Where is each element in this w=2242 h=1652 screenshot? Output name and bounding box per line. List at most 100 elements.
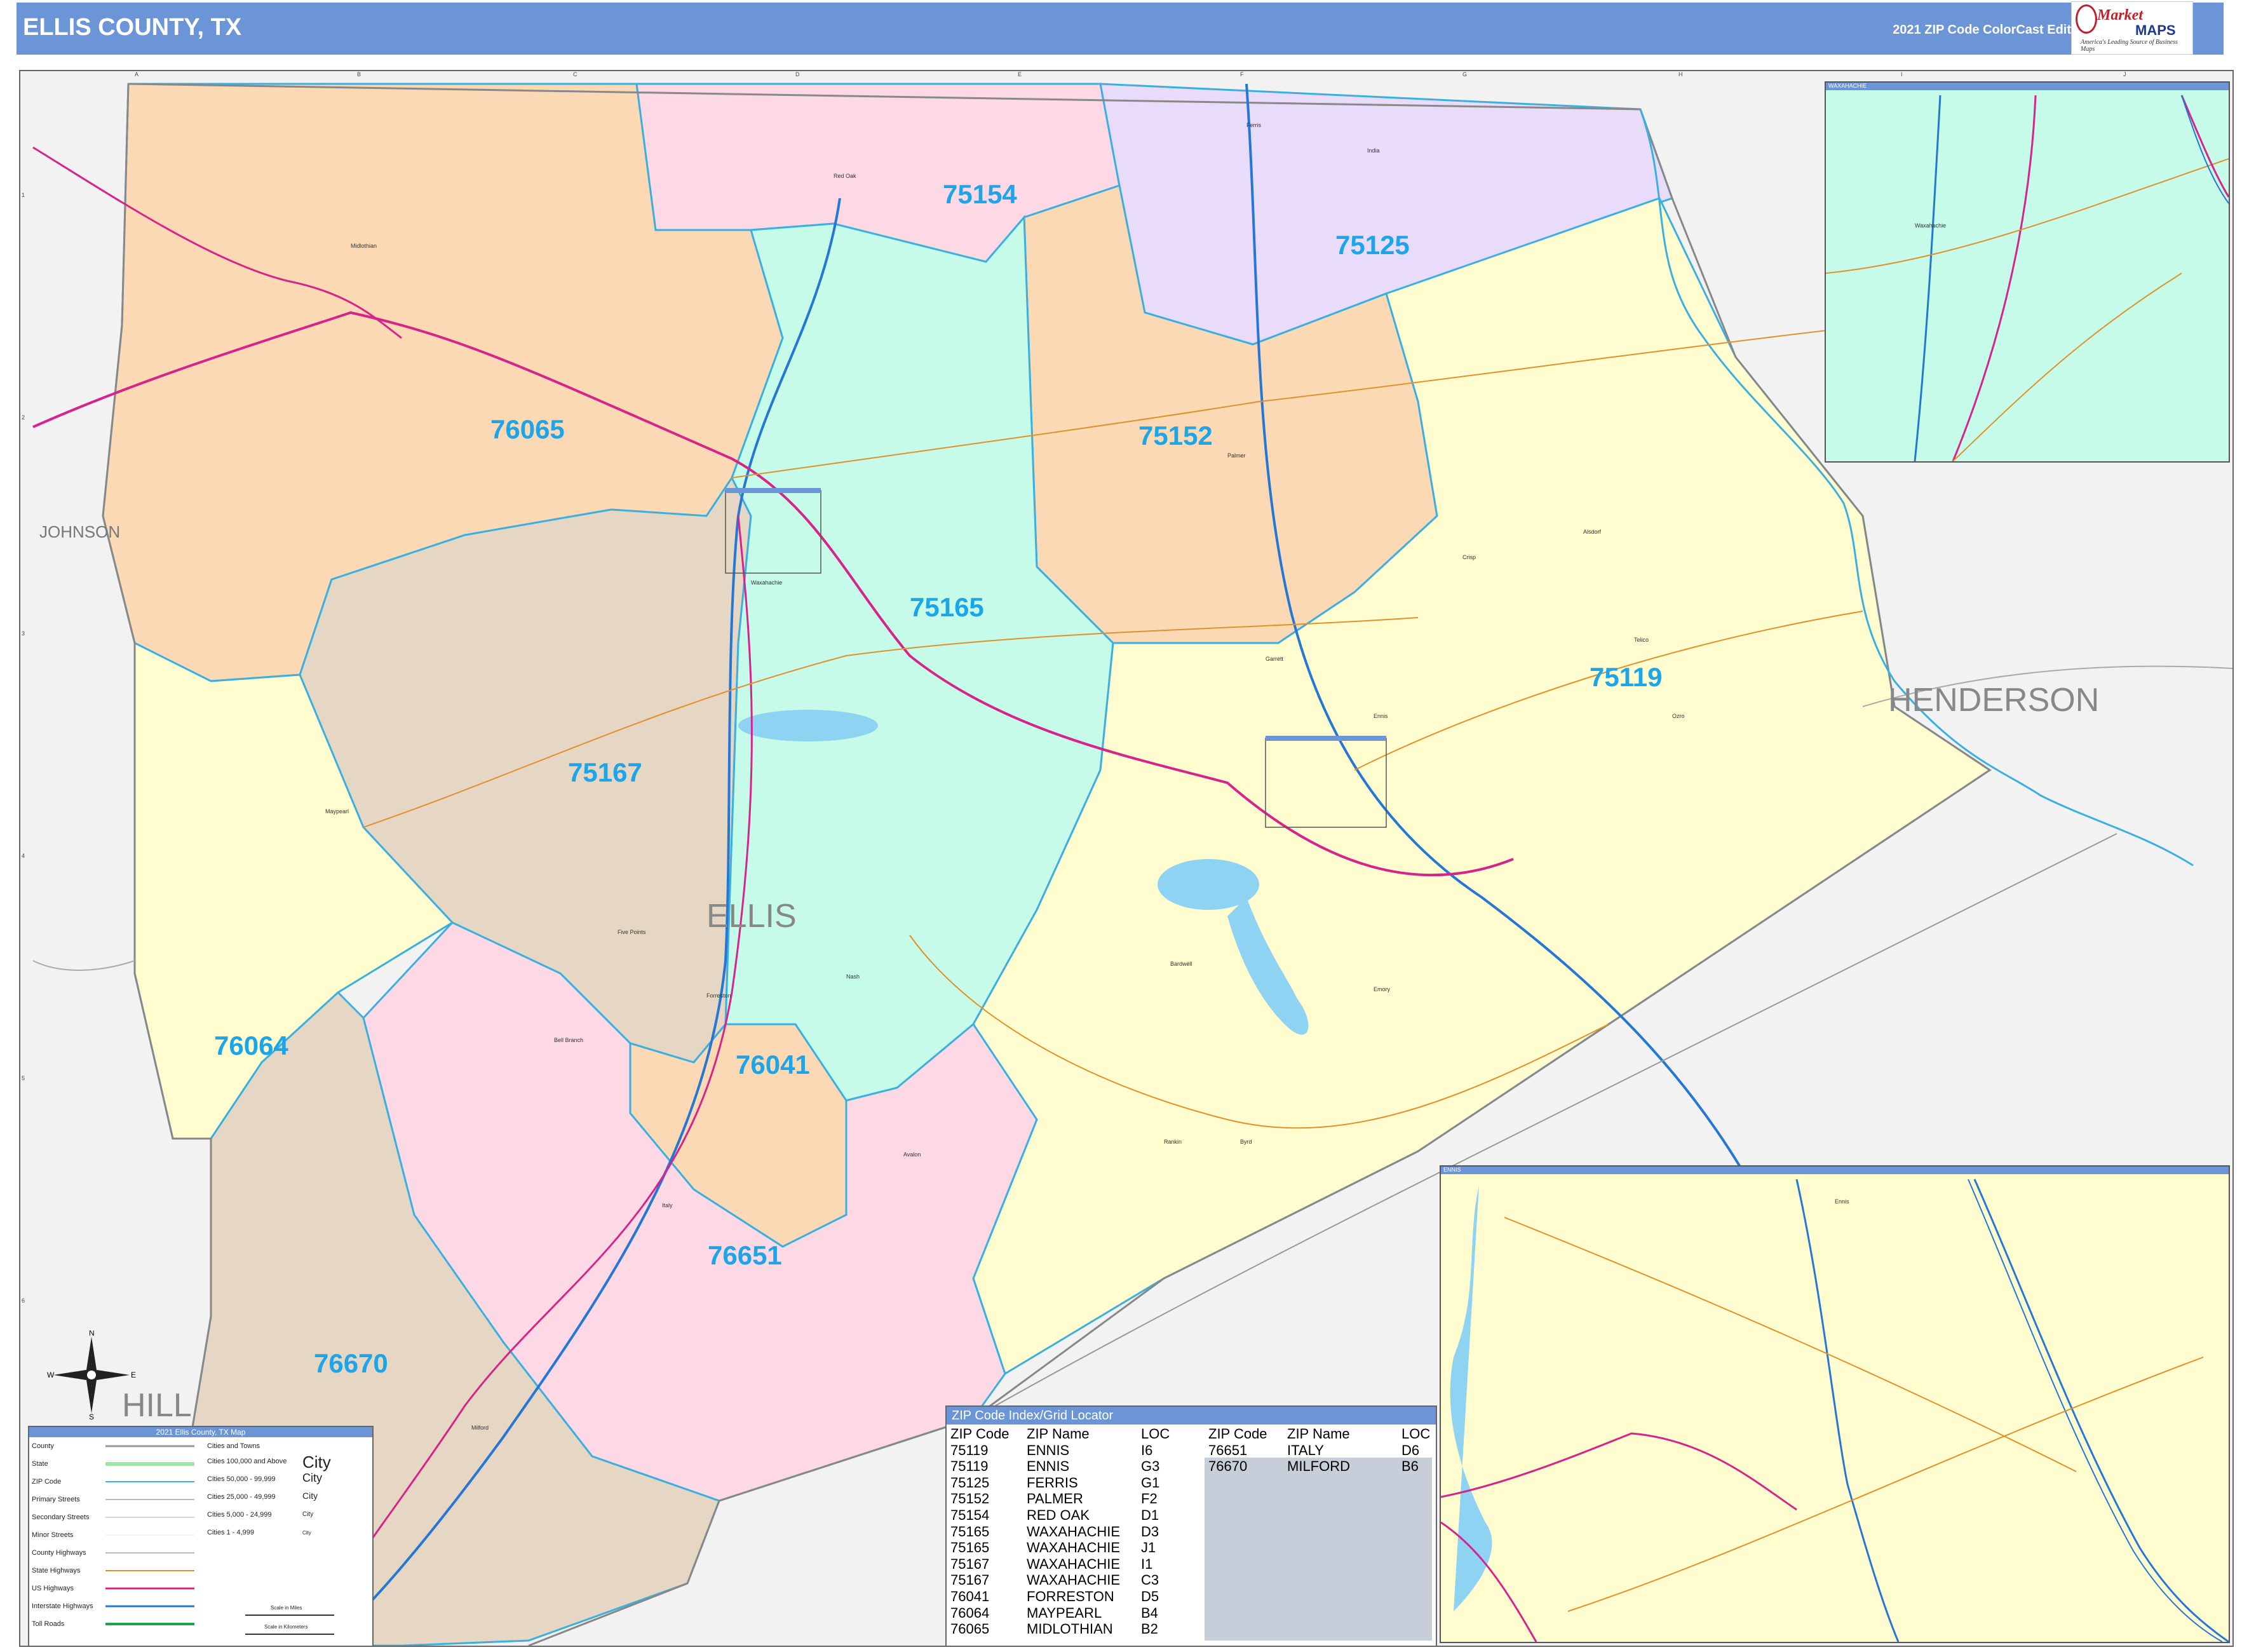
- index-col-name-2: ZIP Name ITALY MILFORD: [1287, 1426, 1350, 1475]
- header-bar: ELLIS COUNTY, TX 2021 ZIP Code ColorCast…: [17, 3, 2224, 55]
- legend-city-range: Cities 5,000 - 24,999: [207, 1511, 272, 1519]
- legend-city-range: Cities 100,000 and Above: [207, 1458, 287, 1465]
- index-cell: D3: [1141, 1523, 1159, 1540]
- zip-label-76041[interactable]: 76041: [736, 1050, 810, 1080]
- index-cell: 75125: [950, 1474, 990, 1491]
- index-header: ZIP Name: [1287, 1426, 1350, 1442]
- index-cell: 75165: [950, 1523, 990, 1540]
- index-cell: FERRIS: [1027, 1474, 1078, 1491]
- grid-row-label: 1: [22, 192, 25, 198]
- town-label: Bardwell: [1170, 961, 1192, 967]
- town-label: Ferris: [1246, 122, 1261, 128]
- index-cell: B4: [1141, 1604, 1158, 1621]
- logo-text-bottom: MAPS: [2135, 22, 2176, 38]
- grid-col-label: J: [2123, 71, 2126, 78]
- grid-row-label: 4: [22, 853, 25, 859]
- compass-rose-icon: N S W E: [47, 1330, 136, 1419]
- map-legend: 2021 Ellis County, TX Map County State Z…: [28, 1426, 374, 1647]
- index-col-zip-2: ZIP Code 76651 76670: [1208, 1426, 1267, 1475]
- zip-label-76065[interactable]: 76065: [490, 414, 565, 445]
- index-header: LOC: [1141, 1426, 1170, 1442]
- logo-slogan: America's Leading Source of Business Map…: [2081, 39, 2178, 53]
- grid-row-label: 6: [22, 1297, 25, 1304]
- index-cell: 75119: [950, 1442, 989, 1458]
- zip-label-75154[interactable]: 75154: [943, 179, 1017, 210]
- waxahachie-inset-map: [1826, 95, 2229, 461]
- grid-row-label: 3: [22, 630, 25, 637]
- index-cell: I1: [1141, 1555, 1153, 1572]
- publisher-logo[interactable]: Market MAPS America's Leading Source of …: [2071, 1, 2193, 55]
- index-cell: 76065: [950, 1621, 990, 1637]
- zip-label-75119[interactable]: 75119: [1590, 662, 1662, 693]
- index-header: LOC: [1401, 1426, 1431, 1442]
- legend-city-sample: City: [302, 1452, 331, 1472]
- town-label: Bell Branch: [554, 1037, 584, 1043]
- town-label: Crisp: [1462, 554, 1476, 560]
- index-cell: C3: [1141, 1572, 1159, 1588]
- scale-miles-label: Scale in Miles: [271, 1605, 302, 1611]
- index-cell: D6: [1401, 1442, 1420, 1458]
- ennis-inset[interactable]: ENNIS Ennis: [1440, 1165, 2230, 1643]
- index-cell: MILFORD: [1287, 1458, 1350, 1475]
- index-cell: ITALY: [1287, 1442, 1324, 1458]
- waxahachie-inset[interactable]: WAXAHACHIE Waxahachie: [1825, 81, 2230, 463]
- index-cell: MIDLOTHIAN: [1027, 1621, 1113, 1637]
- index-cell: 75165: [950, 1540, 990, 1556]
- zip-label-75165[interactable]: 75165: [910, 592, 984, 623]
- county-label-johnson: JOHNSON: [39, 522, 121, 541]
- grid-row-label: 2: [22, 414, 25, 421]
- town-label: India: [1367, 147, 1380, 154]
- index-cell: B2: [1141, 1621, 1158, 1637]
- compass-w: W: [47, 1371, 55, 1379]
- edition-label: 2021 ZIP Code ColorCast Edition: [1893, 23, 2090, 37]
- index-cell: B6: [1401, 1458, 1419, 1475]
- legend-city-range: Cities 50,000 - 99,999: [207, 1475, 276, 1483]
- town-label: Rankin: [1164, 1139, 1182, 1145]
- index-cell: ENNIS: [1027, 1458, 1070, 1475]
- zip-label-76064[interactable]: 76064: [214, 1031, 288, 1061]
- zip-label-75152[interactable]: 75152: [1138, 421, 1213, 451]
- town-label: Avalon: [903, 1151, 921, 1158]
- map-title: ELLIS COUNTY, TX: [23, 14, 242, 41]
- town-label: Telico: [1634, 637, 1649, 643]
- scale-km-label: Scale in Kilometers: [264, 1624, 308, 1630]
- index-cell: 76651: [1208, 1442, 1248, 1458]
- grid-col-label: F: [1240, 71, 1244, 78]
- index-cell: 75167: [950, 1572, 990, 1588]
- legend-city-range: Cities 1 - 4,999: [207, 1529, 254, 1536]
- zip-label-75125[interactable]: 75125: [1335, 230, 1410, 261]
- index-cell: PALMER: [1027, 1491, 1083, 1507]
- grid-col-label: B: [357, 71, 361, 78]
- zip-index-table: ZIP Code Index/Grid Locator ZIP Code 751…: [945, 1405, 1437, 1647]
- town-label: Ozro: [1672, 713, 1685, 719]
- county-label-henderson: HENDERSON: [1888, 682, 2100, 719]
- index-col-name: ZIP Name ENNIS ENNIS FERRIS PALMER RED O…: [1027, 1426, 1120, 1637]
- zip-label-76670[interactable]: 76670: [314, 1348, 388, 1379]
- grid-col-label: I: [1901, 71, 1903, 78]
- ennis-inset-map: [1441, 1179, 2229, 1642]
- index-cell: ENNIS: [1027, 1442, 1070, 1458]
- zip-label-76651[interactable]: 76651: [708, 1240, 782, 1271]
- grid-col-label: G: [1462, 71, 1468, 78]
- zip-label-75167[interactable]: 75167: [568, 757, 642, 788]
- index-cell: 76670: [1208, 1458, 1248, 1475]
- town-label: Garrett: [1266, 656, 1284, 662]
- town-label: Emory: [1374, 986, 1391, 992]
- grid-col-label: D: [795, 71, 800, 78]
- index-cell: WAXAHACHIE: [1027, 1523, 1121, 1540]
- town-label: Forreston: [706, 992, 731, 999]
- town-label: Red Oak: [834, 173, 856, 179]
- index-cell: I6: [1141, 1442, 1153, 1458]
- town-label: Five Points: [618, 929, 646, 935]
- index-col-loc: LOC I6 G3 G1 F2 D1 D3 J1 I1 C3 D5 B4 B2: [1141, 1426, 1170, 1637]
- index-cell: J1: [1141, 1540, 1156, 1556]
- index-empty-area: [1205, 1458, 1432, 1641]
- compass-s: S: [89, 1412, 94, 1419]
- index-cell: WAXAHACHIE: [1027, 1555, 1121, 1572]
- legend-city-sample: City: [302, 1491, 318, 1501]
- legend-city-sample: City: [302, 1472, 322, 1484]
- legend-city-range: Cities 25,000 - 49,999: [207, 1493, 276, 1501]
- index-cell: G3: [1141, 1458, 1160, 1475]
- index-cell: G1: [1141, 1474, 1160, 1491]
- index-cell: F2: [1141, 1491, 1158, 1507]
